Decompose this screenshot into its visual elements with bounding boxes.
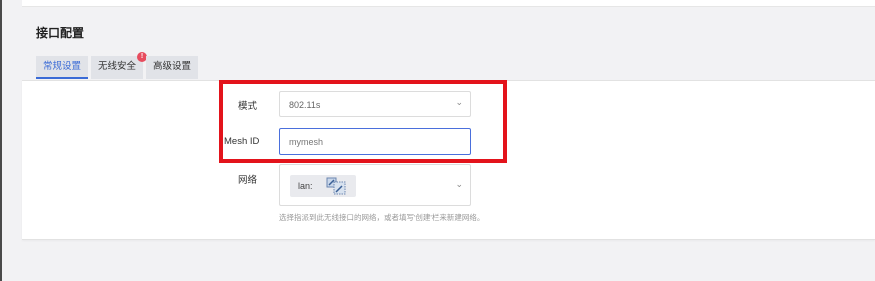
window-left-border [0, 0, 2, 281]
tab-general[interactable]: 常规设置 [36, 56, 89, 79]
chevron-down-icon: ⌄ [455, 179, 463, 189]
tab-advanced[interactable]: 高级设置 [146, 56, 199, 79]
tab-advanced-label: 高级设置 [153, 61, 192, 72]
network-hint: 选择指派到此无线接口的网络，或者填写'创建'栏来新建网络。 [279, 213, 485, 222]
tab-general-label: 常规设置 [43, 61, 82, 72]
tab-bar: 常规设置 无线安全 ! 高级设置 [36, 52, 199, 79]
network-ports-icon [326, 177, 346, 195]
network-chip-label: lan: [298, 181, 313, 191]
annotation-highlight-box [219, 80, 507, 163]
tab-wireless-security-label: 无线安全 [98, 61, 137, 72]
top-card [22, 0, 875, 7]
tab-wireless-security[interactable]: 无线安全 ! [91, 52, 148, 79]
network-chip[interactable]: lan: [290, 175, 356, 197]
network-select[interactable]: lan: ⌄ [279, 164, 471, 206]
network-label: 网络 [238, 175, 258, 186]
section-title: 接口配置 [36, 26, 85, 40]
